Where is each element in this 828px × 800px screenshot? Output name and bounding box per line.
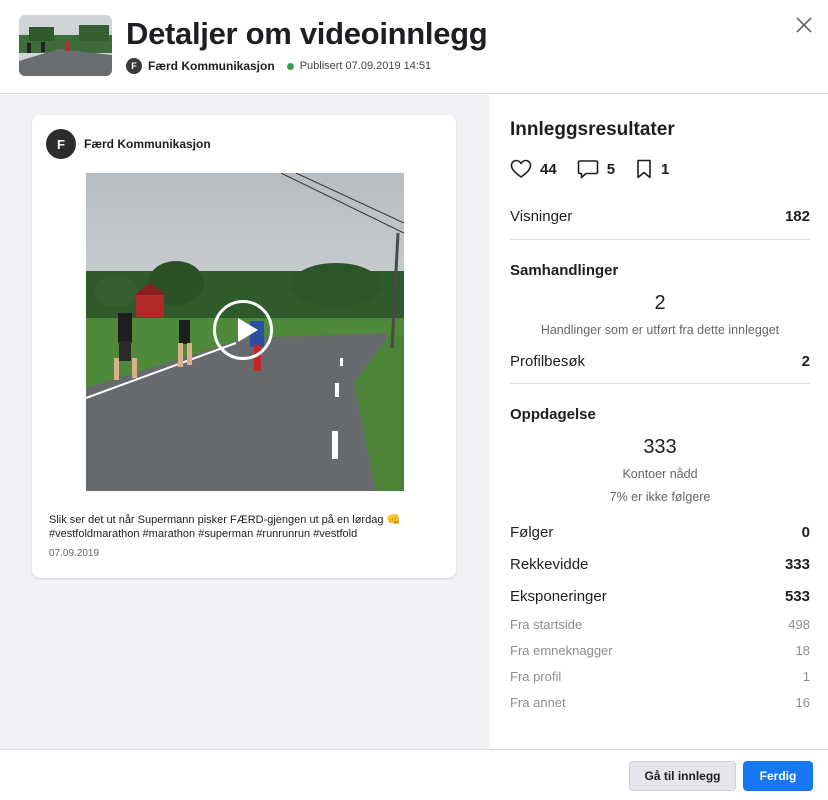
interactions-total: 2 xyxy=(654,292,666,314)
saves-count: 1 xyxy=(661,160,670,178)
impressions-label: Eksponeringer xyxy=(510,588,607,605)
page-title: Detaljer om videoinnlegg xyxy=(126,16,488,51)
interactions-description: Handlinger som er utført fra dette innle… xyxy=(540,323,780,337)
published-date: Publisert 07.09.2019 14:51 xyxy=(299,60,432,72)
heart-icon xyxy=(510,159,532,178)
reach-value: 333 xyxy=(784,556,810,573)
views-row: Visninger 182 xyxy=(510,208,810,225)
comments-count: 5 xyxy=(606,160,616,178)
views-label: Visninger xyxy=(510,208,573,225)
follows-row: Følger 0 xyxy=(510,524,810,541)
source-value: 16 xyxy=(795,695,810,710)
avatar: F xyxy=(46,129,76,159)
views-value: 182 xyxy=(784,208,810,225)
modal-header: Detaljer om videoinnlegg F Færd Kommunik… xyxy=(0,0,828,94)
source-value: 498 xyxy=(788,617,810,632)
page-logo-icon: F xyxy=(126,58,142,74)
close-icon[interactable] xyxy=(793,14,815,36)
go-to-post-button[interactable]: Gå til innlegg xyxy=(629,761,736,791)
divider xyxy=(510,383,810,384)
source-row: Fra emneknagger 18 xyxy=(510,643,810,658)
modal-footer: Gå til innlegg Ferdig xyxy=(0,749,828,800)
accounts-reached-value: 333 xyxy=(643,436,677,458)
post-meta: F Færd Kommunikasjon Publisert 07.09.201… xyxy=(126,58,431,74)
source-row: Fra annet 16 xyxy=(510,695,810,710)
bookmark-icon xyxy=(637,159,651,179)
divider xyxy=(510,239,810,240)
accounts-reached-label: Kontoer nådd xyxy=(622,467,698,481)
profile-visits-row: Profilbesøk 2 xyxy=(510,353,810,370)
follows-label: Følger xyxy=(510,524,554,541)
interactions-title: Samhandlinger xyxy=(510,262,619,279)
impressions-value: 533 xyxy=(784,588,810,605)
post-card: F Færd Kommunikasjon Slik ser det ut når… xyxy=(32,115,456,578)
source-label: Fra emneknagger xyxy=(510,643,613,658)
source-row: Fra profil 1 xyxy=(510,669,810,684)
profile-visits-label: Profilbesøk xyxy=(510,353,586,370)
source-value: 1 xyxy=(802,669,810,684)
saves-stat: 1 xyxy=(635,159,669,179)
reach-label: Rekkevidde xyxy=(510,556,589,573)
post-date: 07.09.2019 xyxy=(49,548,100,559)
post-caption: Slik ser det ut når Supermann pisker FÆR… xyxy=(49,514,401,540)
source-label: Fra startside xyxy=(510,617,583,632)
source-label: Fra profil xyxy=(510,669,562,684)
insights-title: Innleggsresultater xyxy=(510,119,675,140)
play-icon[interactable] xyxy=(213,300,273,360)
reach-row: Rekkevidde 333 xyxy=(510,556,810,573)
comment-icon xyxy=(577,160,598,179)
engagement-stats: 44 5 1 xyxy=(510,159,689,179)
done-button[interactable]: Ferdig xyxy=(743,761,813,791)
impressions-row: Eksponeringer 533 xyxy=(510,588,810,605)
discovery-title: Oppdagelse xyxy=(510,406,596,423)
post-page-name: Færd Kommunikasjon xyxy=(84,137,211,151)
follows-value: 0 xyxy=(801,524,810,541)
likes-count: 44 xyxy=(540,160,557,178)
comments-stat: 5 xyxy=(577,159,615,179)
non-followers-label: 7% er ikke følgere xyxy=(609,490,711,504)
insights-pane: Innleggsresultater 44 5 1 Visninger 182 … xyxy=(489,95,828,749)
video-thumbnail xyxy=(19,15,112,76)
likes-stat: 44 xyxy=(510,159,557,179)
profile-visits-value: 2 xyxy=(801,353,810,370)
source-row: Fra startside 498 xyxy=(510,617,810,632)
source-value: 18 xyxy=(795,643,810,658)
post-preview-pane: F Færd Kommunikasjon Slik ser det ut når… xyxy=(0,95,489,749)
source-label: Fra annet xyxy=(510,695,566,710)
published-status-dot xyxy=(286,62,294,70)
video-player[interactable] xyxy=(86,173,404,491)
page-name: Færd Kommunikasjon xyxy=(148,59,275,73)
